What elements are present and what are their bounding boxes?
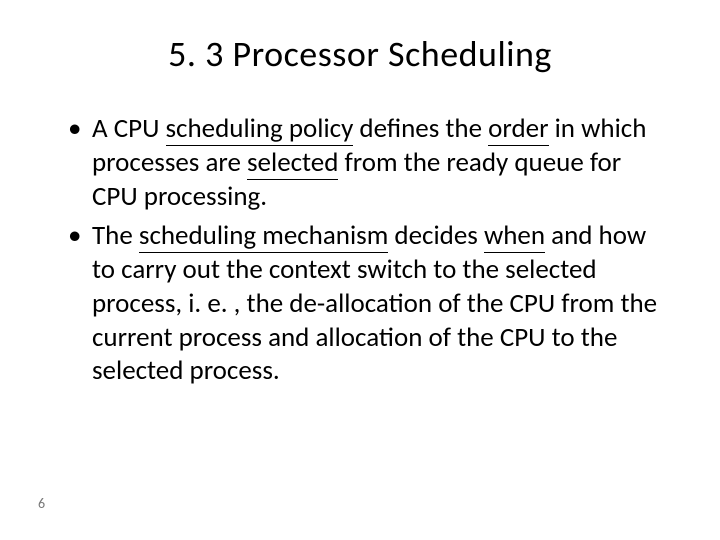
page-number: 6 — [38, 495, 45, 512]
bullet-list: A CPU scheduling policy defines the orde… — [60, 112, 660, 388]
list-item: A CPU scheduling policy defines the orde… — [68, 112, 660, 213]
underline-term: selected — [247, 146, 338, 180]
list-item: The scheduling mechanism decides when an… — [68, 219, 660, 388]
text-segment: A CPU — [92, 112, 166, 145]
text-segment: defines the — [353, 112, 488, 145]
slide-title: 5. 3 Processor Scheduling — [60, 32, 660, 76]
underline-term: scheduling mechanism — [139, 219, 388, 253]
underline-term: order — [488, 112, 548, 146]
underline-term: scheduling policy — [166, 112, 354, 146]
slide: 5. 3 Processor Scheduling A CPU scheduli… — [0, 0, 720, 540]
text-segment: The — [92, 219, 139, 252]
underline-term: when — [484, 219, 545, 253]
text-segment: decides — [388, 219, 484, 252]
